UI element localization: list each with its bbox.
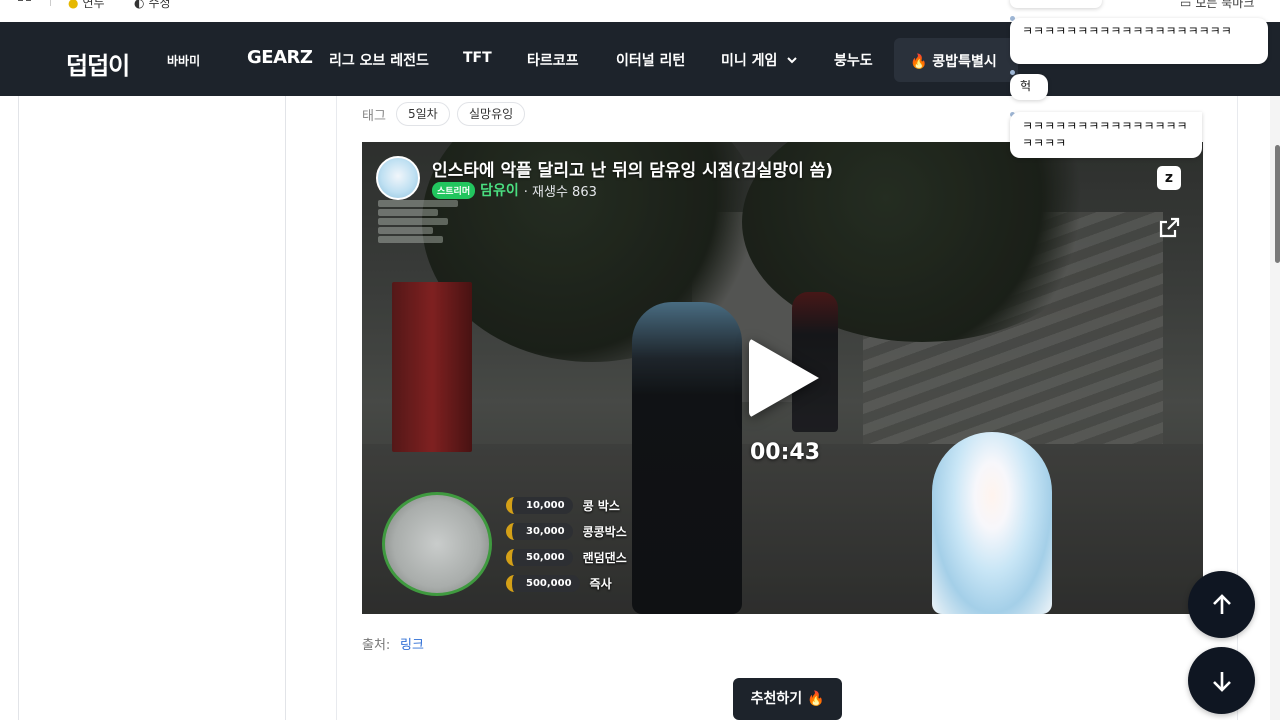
video-game-chatlog	[378, 200, 458, 245]
nav-item-mini-game[interactable]: 미니 게임	[721, 50, 798, 70]
video-donation-list: 10,000 콩 박스 30,000 콩콩박스 50,000 랜덤댄스 500,…	[506, 492, 627, 596]
donation-name: 콩 박스	[582, 498, 620, 513]
bookmark-icon: ●	[68, 0, 79, 10]
scroll-top-button[interactable]	[1188, 571, 1255, 638]
donation-row: 10,000 콩 박스	[506, 492, 627, 518]
donation-row: 50,000 랜덤댄스	[506, 544, 627, 570]
nav-item-tft[interactable]: TFT	[463, 50, 492, 66]
chevron-down-icon	[787, 57, 797, 64]
external-link-icon[interactable]	[1157, 216, 1181, 240]
tag-chip[interactable]: 실망유잉	[457, 102, 526, 126]
bookmark-label: 연두	[82, 0, 105, 10]
tag-chip[interactable]: 5일차	[396, 102, 450, 126]
arrow-down-icon	[1212, 671, 1231, 692]
donation-row: 30,000 콩콩박스	[506, 518, 627, 544]
source-link[interactable]: 링크	[400, 634, 424, 653]
nav-item-hot[interactable]: 🔥 콩밥특별시	[894, 38, 1018, 82]
chat-message: ㅋㅋㅋㅋㅋㅋㅋㅋㅋㅋㅋㅋㅋㅋㅋㅋㅋㅋㅋ	[1010, 18, 1268, 64]
donation-amount: 30,000	[506, 522, 573, 540]
video-title: 인스타에 악플 달리고 난 뒤의 담유잉 시점(김실망이 씀)	[432, 161, 834, 181]
nav-hot-label: 🔥 콩밥특별시	[910, 54, 997, 70]
donation-name: 콩콩박스	[582, 524, 627, 539]
donation-name: 즉사	[589, 576, 612, 591]
streamer-name[interactable]: 담유이	[480, 180, 519, 200]
bookmark-label: 수정	[148, 0, 171, 10]
chat-overlay: ㅋㅋㅋㅋㅋㅋㅋㅋㅋㅋㅋㅋㅋㅋㅋㅋㅋㅋㅋ 헉 ㅋㅋㅋㅋㅋㅋㅋㅋㅋㅋㅋㅋㅋㅋㅋㅋㅋㅋ…	[1008, 0, 1280, 170]
left-rail	[18, 96, 19, 720]
bookmark-icon: ◐	[134, 0, 145, 10]
streamer-avatar[interactable]	[376, 156, 420, 200]
bookmark-item[interactable]: ● 연두	[68, 0, 105, 11]
site-logo[interactable]: 덥덥이	[66, 46, 130, 81]
donation-amount: 10,000	[506, 496, 573, 514]
nav-item-eternal-return[interactable]: 이터널 리턴	[616, 50, 685, 70]
scroll-bottom-button[interactable]	[1188, 647, 1255, 714]
nav-item-bungnudo[interactable]: 붕누도	[834, 50, 873, 70]
chat-message: 헉	[1010, 74, 1048, 100]
arrow-up-icon	[1212, 593, 1231, 614]
sidebar-divider	[285, 96, 286, 720]
nav-item-babami[interactable]: 바바미	[167, 52, 200, 69]
video-meta: 스트리머 담유이 · 재생수 863	[432, 180, 597, 200]
vtuber-avatar	[932, 432, 1052, 614]
chat-bubble-partial	[1010, 0, 1102, 8]
streamer-badge: 스트리머	[432, 181, 476, 199]
source-label: 출처:	[362, 638, 391, 653]
bookmark-item[interactable]: ◐ 수정	[134, 0, 171, 11]
content-divider	[336, 96, 337, 720]
donation-name: 랜덤댄스	[582, 550, 627, 565]
video-game-minimap	[382, 492, 492, 596]
view-count: · 재생수 863	[523, 184, 597, 200]
nav-item-lol[interactable]: 리그 오브 레전드	[329, 50, 429, 70]
bookmark-separator	[50, 0, 51, 6]
video-player[interactable]: 인스타에 악플 달리고 난 뒤의 담유잉 시점(김실망이 씀) 스트리머 담유이…	[362, 142, 1203, 614]
grid-icon[interactable]	[18, 0, 34, 8]
recommend-button[interactable]: 추천하기 🔥	[733, 678, 842, 720]
donation-amount: 500,000	[506, 574, 580, 592]
video-duration: 00:43	[750, 440, 821, 465]
donation-row: 500,000 즉사	[506, 570, 627, 596]
donation-amount: 50,000	[506, 548, 573, 566]
play-icon[interactable]	[749, 338, 819, 418]
chat-message: ㅋㅋㅋㅋㅋㅋㅋㅋㅋㅋㅋㅋㅋㅋㅋㅋㅋㅋㅋ	[1010, 112, 1202, 158]
nav-item-gearz[interactable]: GEARZ	[247, 47, 313, 68]
nav-item-tarkov[interactable]: 타르코프	[527, 50, 579, 70]
nav-item-label: 미니 게임	[721, 53, 778, 69]
tag-label: 태그	[362, 109, 386, 124]
